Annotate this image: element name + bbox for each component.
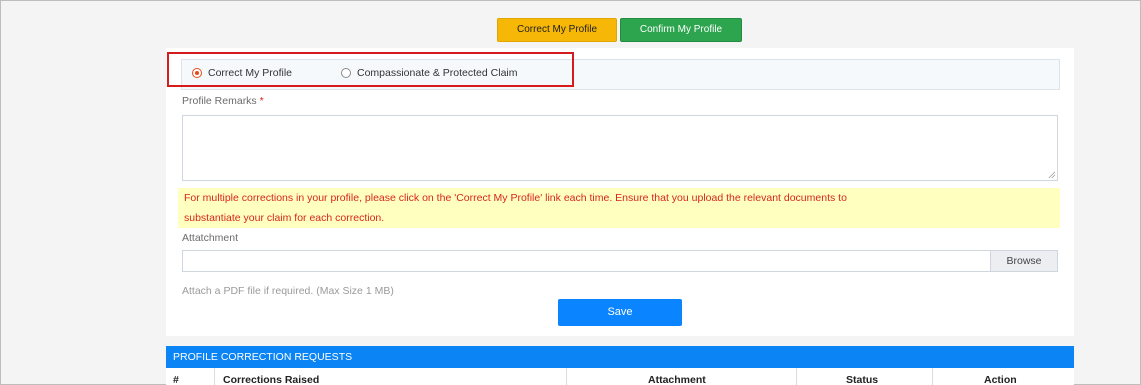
table-title: PROFILE CORRECTION REQUESTS — [166, 346, 1074, 368]
confirm-my-profile-button[interactable]: Confirm My Profile — [620, 18, 742, 42]
attachment-file-input[interactable] — [182, 250, 990, 272]
profile-remarks-label: Profile Remarks * — [182, 95, 264, 107]
highlight-box — [167, 52, 574, 87]
required-mark: * — [259, 95, 264, 107]
correct-my-profile-button[interactable]: Correct My Profile — [497, 18, 617, 42]
profile-remarks-textarea[interactable] — [182, 115, 1058, 181]
attachment-label: Attatchment — [182, 232, 239, 244]
column-divider — [214, 368, 215, 385]
column-header-attachment: Attachment — [648, 374, 706, 385]
resize-handle-icon[interactable] — [1048, 171, 1055, 178]
multiple-corrections-notice: For multiple corrections in your profile… — [178, 188, 1060, 228]
column-divider — [796, 368, 797, 385]
column-header-corrections-raised: Corrections Raised — [223, 374, 320, 385]
column-divider — [566, 368, 567, 385]
column-divider — [932, 368, 933, 385]
browse-button[interactable]: Browse — [990, 250, 1058, 272]
profile-correction-requests-table: PROFILE CORRECTION REQUESTS # Correction… — [166, 346, 1074, 385]
column-header-action: Action — [984, 374, 1017, 385]
column-header-status: Status — [846, 374, 879, 385]
column-header-number: # — [173, 374, 179, 385]
notice-line: For multiple corrections in your profile… — [184, 192, 847, 204]
attachment-hint: Attach a PDF file if required. (Max Size… — [182, 285, 394, 297]
notice-line: substantiate your claim for each correct… — [184, 212, 385, 224]
save-button[interactable]: Save — [558, 299, 682, 326]
